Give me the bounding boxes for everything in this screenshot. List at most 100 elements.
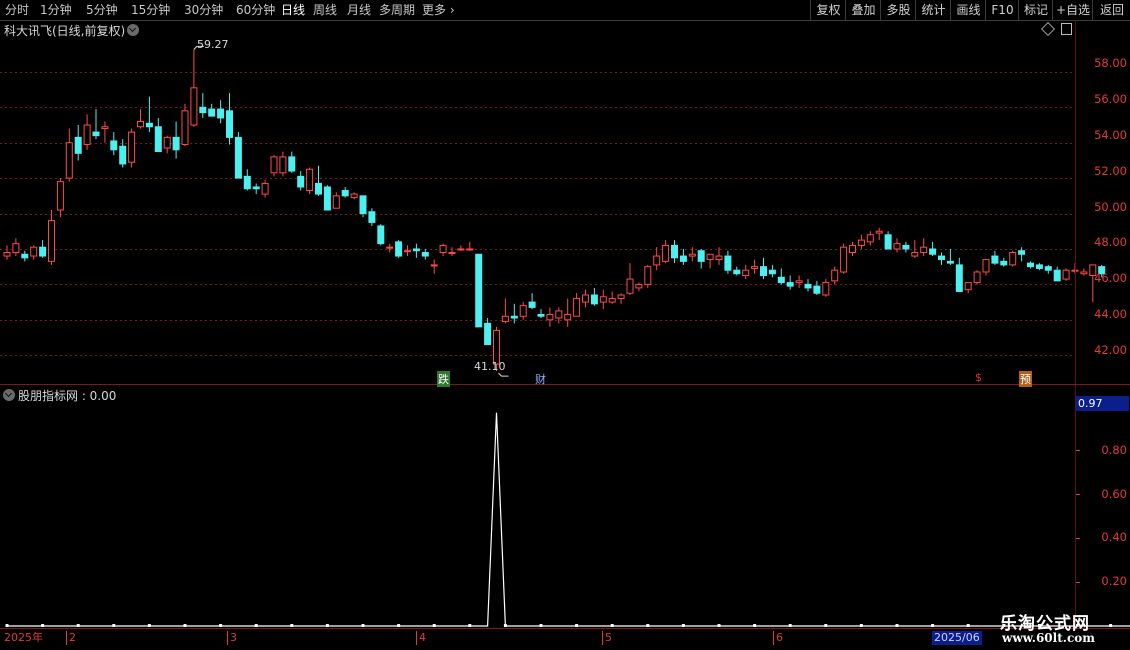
indicator-point [895, 624, 899, 627]
indicator-point [397, 624, 401, 627]
candle-body [48, 220, 55, 262]
indicator-point [681, 624, 685, 627]
date-label-end: 2025/06 [932, 631, 982, 645]
candle-body [199, 106, 207, 114]
max-price-label: 59.27 [197, 38, 229, 51]
panel-divider [0, 384, 1130, 385]
y-axis-divider [1075, 20, 1076, 630]
candle-body [439, 244, 447, 254]
candle-body [929, 248, 937, 255]
candle-body [208, 108, 216, 117]
event-marker-fall[interactable]: 跌 [437, 371, 450, 387]
candle-body [902, 244, 910, 250]
date-label-month: 4 [416, 631, 426, 645]
candle-body [635, 283, 643, 289]
candle-body [217, 108, 225, 119]
candle-body [1027, 262, 1034, 268]
candle-body [226, 110, 233, 138]
y-tick: 52.00 [1094, 164, 1127, 178]
watermark-line2: www.60lt.com [1002, 631, 1095, 645]
event-marker-forecast[interactable]: 预 [1019, 371, 1032, 387]
candle-body [911, 252, 919, 257]
indicator-point [503, 624, 507, 627]
candle-body [510, 315, 518, 319]
candle-body [573, 298, 581, 317]
candle-body [920, 246, 928, 253]
min-price-label: 41.10 [474, 360, 506, 373]
panel-toggle-icon[interactable] [1061, 23, 1072, 35]
candle-body [1009, 252, 1017, 266]
candle-body [163, 136, 171, 149]
candle-body [946, 260, 954, 264]
date-label-start: 2025年 [4, 631, 43, 644]
candle-body [243, 175, 251, 190]
candle-body [849, 244, 856, 254]
y-tick: 46.00 [1094, 271, 1127, 285]
indicator-point [717, 624, 721, 627]
candle-body [1035, 264, 1043, 269]
candle-body [964, 282, 972, 291]
indicator-y-tick: 0.20 [1101, 574, 1127, 588]
candle-body [857, 239, 865, 246]
candle-body [448, 252, 456, 254]
candle-body [119, 145, 127, 165]
candle-body [875, 230, 883, 234]
candle-body [777, 276, 785, 284]
indicator-point [859, 624, 863, 627]
candle-body [172, 136, 180, 151]
indicator-chevron-down-icon[interactable] [3, 389, 15, 401]
date-label-month: 2 [66, 631, 76, 645]
candle-body [128, 131, 136, 163]
grid-layer [0, 72, 1075, 356]
candle-body [991, 255, 999, 264]
candle-body [537, 313, 545, 317]
candle-body [154, 126, 162, 153]
candle-body [688, 253, 696, 257]
candle-body [92, 131, 100, 137]
indicator-point [325, 624, 329, 627]
indicator-point [183, 624, 187, 627]
candle-body [786, 282, 794, 287]
indicator-point [824, 624, 828, 627]
candle-body [412, 248, 420, 252]
candle-body [39, 246, 47, 257]
event-marker-finance[interactable]: 财 [535, 371, 546, 387]
candle-body [341, 190, 349, 197]
candle-body [332, 195, 340, 209]
indicator-point [361, 624, 365, 627]
candle-body [145, 122, 153, 128]
candle-body [110, 140, 118, 151]
event-marker-dividend[interactable]: $ [975, 371, 982, 384]
indicator-point [646, 624, 650, 627]
candle-body [599, 296, 607, 303]
indicator-point [41, 624, 45, 627]
indicator-point [147, 624, 151, 627]
candle-body [697, 250, 705, 262]
candle-body [626, 278, 634, 294]
candle-body [519, 305, 527, 317]
title-chevron-down-icon[interactable] [127, 24, 139, 36]
indicator-y-tick: 0.80 [1101, 443, 1127, 457]
candle-body [724, 255, 732, 271]
candle-body [617, 294, 625, 300]
candle-body [315, 182, 322, 195]
candle-body [564, 313, 572, 321]
indicator-point [575, 624, 579, 627]
candle-body [359, 195, 367, 215]
candle-body [893, 243, 901, 250]
y-tick: 48.00 [1094, 235, 1127, 249]
candle-body [377, 225, 385, 245]
candle-body [30, 246, 38, 257]
candle-body [582, 294, 589, 303]
candle-body [973, 271, 981, 284]
candle-body [679, 255, 687, 262]
y-tick: 50.00 [1094, 200, 1127, 214]
candle-body [21, 253, 29, 259]
candle-body [760, 266, 767, 277]
candle-body [608, 298, 616, 303]
candle-body [65, 142, 73, 179]
candle-body [252, 186, 260, 190]
candle-body [715, 255, 723, 261]
indicator-point [753, 624, 757, 627]
candle-body [1018, 250, 1026, 255]
